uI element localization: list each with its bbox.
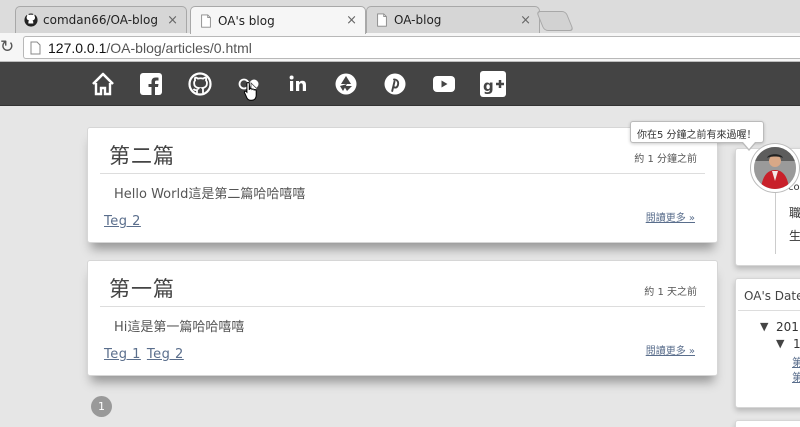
tab-oa-blog-active[interactable]: OA's blog × bbox=[190, 6, 366, 34]
address-url: 127.0.0.1/OA-blog/articles/0.html bbox=[48, 40, 252, 56]
linkedin-icon[interactable] bbox=[284, 70, 312, 98]
avatar[interactable] bbox=[751, 144, 799, 192]
archive-post-link[interactable]: 第 bbox=[792, 369, 800, 385]
new-tab-button[interactable] bbox=[535, 11, 575, 31]
post-excerpt: Hello World這是第二篇哈哈嘻嘻 bbox=[114, 187, 306, 202]
close-icon[interactable]: × bbox=[346, 13, 357, 28]
post-card: 第一篇 約 1 天之前 Hi這是第一篇哈哈嘻嘻 Teg 1 Teg 2 閱讀更多… bbox=[87, 260, 718, 376]
tag-link[interactable]: Teg 2 bbox=[104, 214, 141, 229]
browser-tabstrip: comdan66/OA-blog × OA's blog × OA-blog × bbox=[0, 0, 800, 34]
post-title[interactable]: 第一篇 bbox=[109, 273, 175, 303]
archive-year[interactable]: 201 bbox=[776, 320, 799, 334]
picasa-icon[interactable] bbox=[332, 70, 360, 98]
post-excerpt: Hi這是第一篇哈哈嘻嘻 bbox=[114, 320, 245, 335]
expand-triangle-icon[interactable]: ▼ bbox=[776, 337, 784, 350]
google-plus-icon[interactable]: g bbox=[478, 69, 508, 99]
tab-github[interactable]: comdan66/OA-blog × bbox=[15, 6, 187, 33]
profile-divider bbox=[775, 192, 776, 254]
tag-link[interactable]: Teg 2 bbox=[147, 347, 184, 362]
close-icon[interactable]: × bbox=[520, 13, 531, 28]
url-host: 127.0.0.1 bbox=[48, 39, 107, 56]
archive-title: OA's Date bbox=[744, 289, 800, 303]
youtube-icon[interactable] bbox=[430, 70, 458, 98]
post-tags: Teg 2 bbox=[104, 214, 141, 229]
post-time: 約 1 天之前 bbox=[644, 287, 697, 298]
archive-post-link[interactable]: 第 bbox=[792, 354, 800, 370]
address-bar[interactable]: 127.0.0.1/OA-blog/articles/0.html bbox=[23, 36, 800, 59]
tab-title: comdan66/OA-blog bbox=[43, 13, 158, 27]
archive-month[interactable]: 1 bbox=[793, 337, 800, 351]
profile-line: 職 bbox=[789, 206, 800, 220]
divider bbox=[738, 310, 800, 311]
github-icon bbox=[24, 13, 38, 27]
reload-icon[interactable]: ↻ bbox=[0, 37, 14, 57]
pagination-page-1[interactable]: 1 bbox=[91, 396, 112, 417]
tag-link[interactable]: Teg 1 bbox=[104, 347, 141, 362]
read-more-link[interactable]: 閱讀更多 » bbox=[646, 342, 695, 357]
home-icon[interactable] bbox=[89, 70, 117, 98]
close-icon[interactable]: × bbox=[167, 13, 178, 28]
post-time: 約 1 分鐘之前 bbox=[634, 154, 697, 165]
tab-title: OA-blog bbox=[394, 13, 442, 27]
post-tags: Teg 1 Teg 2 bbox=[104, 347, 184, 362]
profile-line: 生 bbox=[789, 229, 800, 243]
post-card: 第二篇 約 1 分鐘之前 Hello World這是第二篇哈哈嘻嘻 Teg 2 … bbox=[87, 127, 718, 243]
page-icon bbox=[377, 13, 387, 27]
site-navbar: g bbox=[0, 62, 800, 106]
tab-title: OA's blog bbox=[218, 13, 275, 28]
expand-triangle-icon[interactable]: ▼ bbox=[760, 320, 768, 333]
page-icon bbox=[201, 13, 211, 28]
url-path: /OA-blog/articles/0.html bbox=[106, 39, 252, 56]
page-icon bbox=[30, 41, 41, 54]
last-visit-tooltip: 你在5 分鐘之前有來過喔！ bbox=[630, 121, 764, 151]
divider bbox=[100, 306, 705, 307]
hand-cursor-icon bbox=[243, 81, 257, 101]
post-title[interactable]: 第二篇 bbox=[109, 140, 175, 170]
tab-oa-blog-repo[interactable]: OA-blog × bbox=[366, 6, 540, 33]
pinterest-icon[interactable] bbox=[381, 70, 409, 98]
sidebar-card bbox=[735, 420, 800, 427]
github-icon[interactable] bbox=[186, 70, 214, 98]
divider bbox=[100, 173, 705, 174]
svg-text:g: g bbox=[483, 77, 494, 95]
browser-toolbar: ↻ 127.0.0.1/OA-blog/articles/0.html bbox=[0, 33, 800, 62]
read-more-link[interactable]: 閱讀更多 » bbox=[646, 209, 695, 224]
facebook-icon[interactable] bbox=[137, 70, 165, 98]
